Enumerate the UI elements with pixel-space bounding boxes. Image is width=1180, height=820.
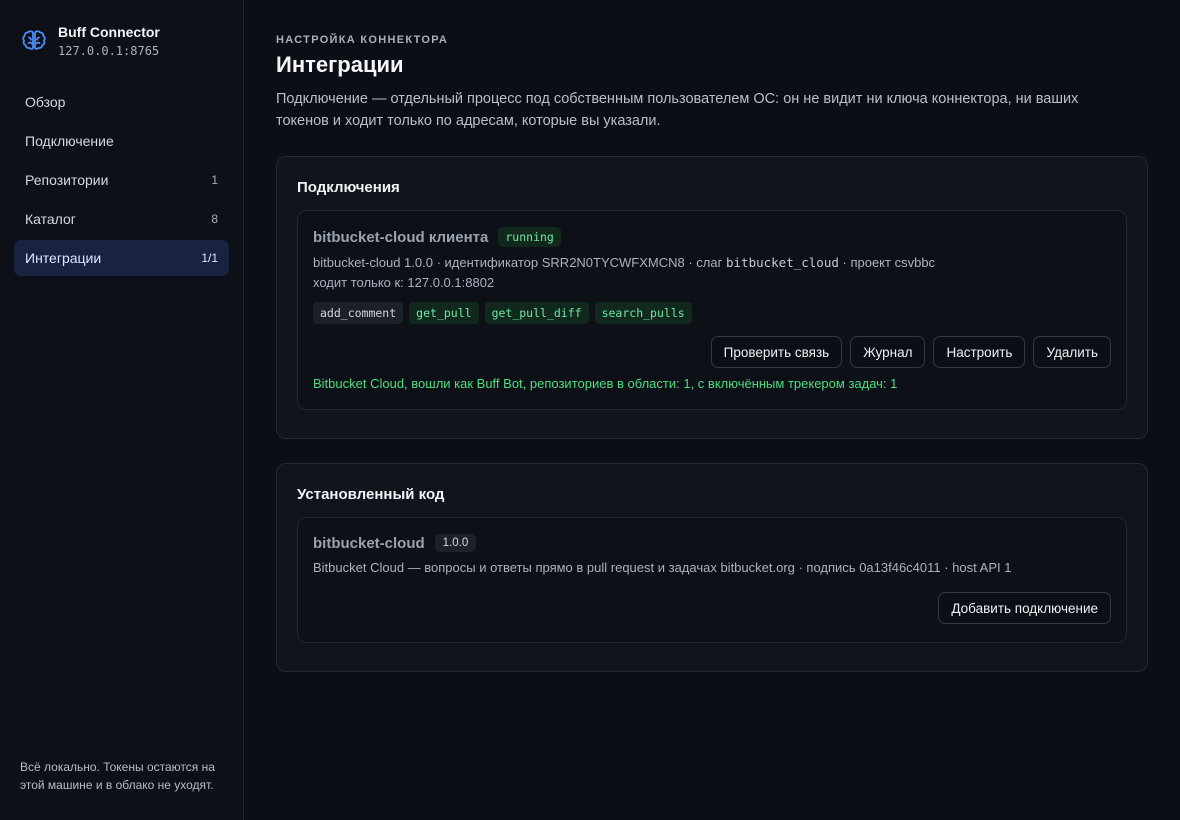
capability-tag: search_pulls — [594, 302, 692, 324]
version-badge: 1.0.0 — [434, 534, 477, 552]
check-connection-button[interactable]: Проверить связь — [710, 336, 843, 368]
page-eyebrow: НАСТРОЙКА КОННЕКТОРА — [276, 34, 449, 46]
sidebar-item-count: 8 — [211, 212, 218, 226]
page-description: Подключение — отдельный процесс под собс… — [276, 91, 1079, 129]
installed-package-card: bitbucket-cloud 1.0.0 Bitbucket Cloud — … — [297, 517, 1127, 643]
sidebar-item-repositories[interactable]: Репозитории 1 — [14, 162, 229, 198]
capability-tag: get_pull — [409, 302, 479, 324]
connections-panel: Подключения bitbucket-cloud клиента runn… — [276, 156, 1148, 439]
app-name: Buff Connector — [58, 24, 160, 40]
connections-title: Подключения — [297, 179, 400, 196]
connection-meta-prefix: bitbucket-cloud 1.0.0 · идентификатор SR… — [313, 255, 723, 270]
sidebar-item-overview[interactable]: Обзор — [14, 84, 229, 120]
sidebar-item-integrations[interactable]: Интеграции 1/1 — [14, 240, 229, 276]
sidebar-item-label: Обзор — [25, 94, 66, 110]
configure-button[interactable]: Настроить — [933, 336, 1026, 368]
connection-hosts: ходит только к: 127.0.0.1:8802 — [313, 275, 495, 290]
brand: Buff Connector 127.0.0.1:8765 — [14, 24, 229, 58]
installed-code-panel: Установленный код bitbucket-cloud 1.0.0 … — [276, 463, 1148, 672]
connection-meta-suffix: · проект csvbbc — [842, 255, 936, 270]
connection-card: bitbucket-cloud клиента running bitbucke… — [297, 210, 1127, 410]
sidebar-item-label: Каталог — [25, 211, 76, 227]
capability-tag: add_comment — [313, 302, 404, 324]
connection-name: bitbucket-cloud клиента — [313, 228, 489, 246]
delete-button[interactable]: Удалить — [1033, 336, 1111, 368]
sidebar-item-count: 1 — [211, 173, 218, 187]
sidebar-item-label: Интеграции — [25, 250, 102, 266]
sidebar-item-label: Репозитории — [25, 172, 109, 188]
connection-meta: bitbucket-cloud 1.0.0 · идентификатор SR… — [313, 253, 1111, 273]
package-description: Bitbucket Cloud — вопросы и ответы прямо… — [313, 560, 1012, 575]
capability-tags: add_comment get_pull get_pull_diff searc… — [313, 302, 1111, 324]
connection-actions: Проверить связь Журнал Настроить Удалить — [313, 336, 1111, 368]
sidebar-item-count: 1/1 — [201, 251, 218, 265]
connection-slug: bitbucket_cloud — [726, 255, 839, 270]
sidebar-nav: Обзор Подключение Репозитории 1 Каталог … — [14, 84, 229, 276]
connection-status-message: Bitbucket Cloud, вошли как Buff Bot, реп… — [313, 376, 898, 391]
status-badge: running — [498, 227, 561, 247]
brain-icon — [22, 30, 46, 50]
log-button[interactable]: Журнал — [850, 336, 926, 368]
main-content: НАСТРОЙКА КОННЕКТОРА Интеграции Подключе… — [244, 0, 1180, 820]
installed-code-title: Установленный код — [297, 486, 445, 503]
sidebar-item-connection[interactable]: Подключение — [14, 123, 229, 159]
sidebar: Buff Connector 127.0.0.1:8765 Обзор Подк… — [0, 0, 244, 820]
page-title: Интеграции — [276, 52, 404, 77]
sidebar-footer-note: Всё локально. Токены остаются на этой ма… — [20, 760, 215, 792]
sidebar-item-catalog[interactable]: Каталог 8 — [14, 201, 229, 237]
add-connection-button[interactable]: Добавить подключение — [938, 592, 1111, 624]
package-name: bitbucket-cloud — [313, 534, 425, 552]
capability-tag: get_pull_diff — [484, 302, 589, 324]
app-address: 127.0.0.1:8765 — [58, 44, 160, 58]
sidebar-item-label: Подключение — [25, 133, 114, 149]
